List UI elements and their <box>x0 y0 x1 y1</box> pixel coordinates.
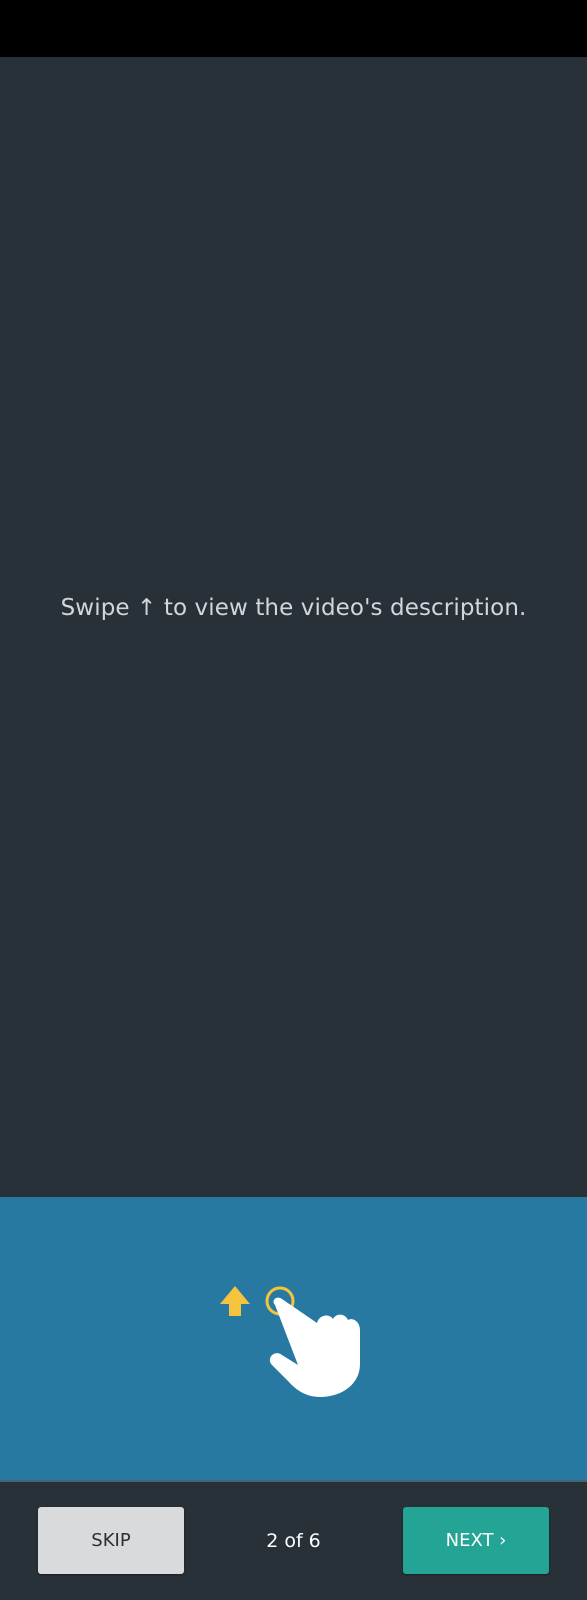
next-button[interactable]: NEXT › <box>403 1507 549 1574</box>
pointing-hand-icon <box>269 1297 360 1397</box>
swipe-instruction-text: Swipe ↑ to view the video's description. <box>60 595 527 621</box>
gesture-hint-panel <box>0 1197 587 1480</box>
swipe-gesture-illustration <box>220 1286 360 1397</box>
video-content-area: Swipe ↑ to view the video's description. <box>0 57 587 1197</box>
arrow-up-icon <box>220 1286 250 1316</box>
tutorial-screen: Swipe ↑ to view the video's description.… <box>0 0 587 1600</box>
navigation-bar: SKIP 2 of 6 NEXT › <box>0 1482 587 1600</box>
status-bar <box>0 0 587 57</box>
